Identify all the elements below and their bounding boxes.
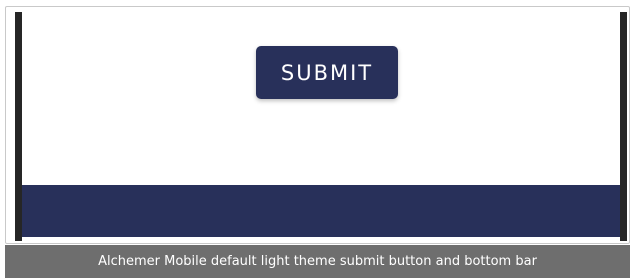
mobile-screen: SUBMIT: [15, 12, 627, 241]
bottom-bar: [22, 185, 620, 237]
screenshot-frame: SUBMIT: [5, 6, 630, 244]
submit-button[interactable]: SUBMIT: [256, 46, 398, 99]
image-caption: Alchemer Mobile default light theme subm…: [5, 245, 630, 278]
